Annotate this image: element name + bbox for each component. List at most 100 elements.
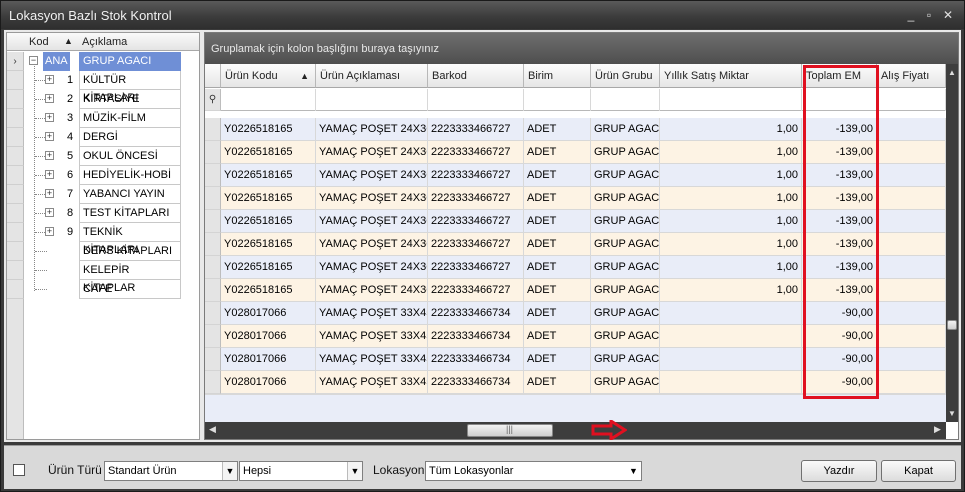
cell-buy[interactable] bbox=[877, 118, 946, 141]
cell-group[interactable]: GRUP AGACI bbox=[591, 279, 660, 302]
print-button[interactable]: Yazdır bbox=[801, 460, 877, 482]
cell-group[interactable]: GRUP AGACI bbox=[591, 256, 660, 279]
cell-group[interactable]: GRUP AGACI bbox=[591, 233, 660, 256]
row-indicator[interactable] bbox=[205, 302, 221, 325]
cell-code[interactable]: Y0226518165 bbox=[221, 141, 316, 164]
cell-yearly[interactable]: 1,00 bbox=[660, 118, 802, 141]
minimize-icon[interactable]: _ bbox=[904, 8, 918, 22]
cell-buy[interactable] bbox=[877, 233, 946, 256]
cell-code[interactable]: Y0226518165 bbox=[221, 256, 316, 279]
cell-unit[interactable]: ADET bbox=[524, 371, 591, 394]
tree-item[interactable]: +9 TEKNİK KİTAPLARI bbox=[7, 223, 199, 256]
column-header-desc[interactable]: Ürün Açıklaması bbox=[316, 64, 428, 88]
cell-desc[interactable]: YAMAÇ POŞET 24X36 bbox=[316, 233, 428, 256]
cell-desc[interactable]: YAMAÇ POŞET 33X45 bbox=[316, 371, 428, 394]
horizontal-scrollbar[interactable]: ◀ ||| ▶ bbox=[205, 420, 946, 440]
row-indicator[interactable] bbox=[205, 325, 221, 348]
cell-yearly[interactable] bbox=[660, 371, 802, 394]
cell-unit[interactable]: ADET bbox=[524, 164, 591, 187]
cell-barcode[interactable]: 2223333466727 bbox=[428, 164, 524, 187]
cell-buy[interactable] bbox=[877, 210, 946, 233]
cell-barcode[interactable]: 2223333466727 bbox=[428, 256, 524, 279]
cell-desc[interactable]: YAMAÇ POŞET 24X36 bbox=[316, 256, 428, 279]
cell-buy[interactable] bbox=[877, 279, 946, 302]
cell-desc[interactable]: YAMAÇ POŞET 24X36 bbox=[316, 279, 428, 302]
tree-item[interactable]: DERS KİTAPLARI bbox=[7, 242, 199, 261]
cell-yearly[interactable] bbox=[660, 348, 802, 371]
cell-buy[interactable] bbox=[877, 302, 946, 325]
chevron-down-icon[interactable]: ▼ bbox=[626, 462, 641, 480]
filter-cell-buy[interactable] bbox=[877, 89, 946, 111]
cell-desc[interactable]: YAMAÇ POŞET 24X36 bbox=[316, 210, 428, 233]
tree-item[interactable]: +8 TEST KİTAPLARI bbox=[7, 204, 199, 223]
chevron-down-icon[interactable]: ▼ bbox=[347, 462, 362, 480]
group-tree[interactable]: Kod ▲ Açıklama › − ANA GRUP AGACI +1 KÜLTÜR K… bbox=[6, 32, 200, 440]
cell-barcode[interactable]: 2223333466734 bbox=[428, 371, 524, 394]
row-indicator[interactable] bbox=[205, 348, 221, 371]
cell-barcode[interactable]: 2223333466734 bbox=[428, 348, 524, 371]
cell-group[interactable]: GRUP AGACI bbox=[591, 371, 660, 394]
tree-item[interactable]: +1 KÜLTÜR KİTAPLARI bbox=[7, 71, 199, 104]
row-indicator[interactable] bbox=[205, 164, 221, 187]
column-header-buy[interactable]: Alış Fiyatı bbox=[877, 64, 946, 88]
cell-desc[interactable]: YAMAÇ POŞET 24X36 bbox=[316, 118, 428, 141]
cell-yearly[interactable]: 1,00 bbox=[660, 141, 802, 164]
row-indicator[interactable] bbox=[205, 187, 221, 210]
cell-group[interactable]: GRUP AGACI bbox=[591, 164, 660, 187]
cell-barcode[interactable]: 2223333466727 bbox=[428, 141, 524, 164]
cell-desc[interactable]: YAMAÇ POŞET 24X36 bbox=[316, 187, 428, 210]
cell-code[interactable]: Y0226518165 bbox=[221, 187, 316, 210]
row-indicator[interactable] bbox=[205, 371, 221, 394]
cell-code[interactable]: Y028017066 bbox=[221, 302, 316, 325]
cell-barcode[interactable]: 2223333466727 bbox=[428, 279, 524, 302]
cell-desc[interactable]: YAMAÇ POŞET 33X45 bbox=[316, 325, 428, 348]
filter-cell-unit[interactable] bbox=[524, 89, 591, 111]
cell-desc[interactable]: YAMAÇ POŞET 24X36 bbox=[316, 141, 428, 164]
cell-unit[interactable]: ADET bbox=[524, 118, 591, 141]
tree-item[interactable]: CAFE bbox=[7, 280, 199, 299]
cell-unit[interactable]: ADET bbox=[524, 302, 591, 325]
row-indicator[interactable] bbox=[205, 279, 221, 302]
cell-unit[interactable]: ADET bbox=[524, 210, 591, 233]
cell-buy[interactable] bbox=[877, 325, 946, 348]
filter-cell-code[interactable] bbox=[221, 89, 316, 111]
select-checkbox[interactable] bbox=[13, 464, 25, 476]
cell-barcode[interactable]: 2223333466727 bbox=[428, 118, 524, 141]
vertical-scroll-thumb[interactable] bbox=[947, 320, 957, 330]
column-header-code[interactable]: Ürün Kodu ▲ bbox=[221, 64, 316, 88]
cell-unit[interactable]: ADET bbox=[524, 256, 591, 279]
expand-icon[interactable]: + bbox=[45, 75, 54, 84]
column-header-group[interactable]: Ürün Grubu bbox=[591, 64, 660, 88]
expand-icon[interactable]: + bbox=[45, 189, 54, 198]
cell-yearly[interactable]: 1,00 bbox=[660, 164, 802, 187]
maximize-icon[interactable]: ▫ bbox=[922, 8, 936, 22]
filter-cell-barcode[interactable] bbox=[428, 89, 524, 111]
tree-item[interactable]: +5 OKUL ÖNCESİ bbox=[7, 147, 199, 166]
cell-buy[interactable] bbox=[877, 371, 946, 394]
scroll-right-icon[interactable]: ▶ bbox=[934, 424, 941, 435]
scroll-left-icon[interactable]: ◀ bbox=[209, 424, 216, 435]
cell-desc[interactable]: YAMAÇ POŞET 33X45 bbox=[316, 302, 428, 325]
expand-icon[interactable]: + bbox=[45, 151, 54, 160]
filter-select[interactable]: Hepsi ▼ bbox=[239, 461, 363, 481]
cell-yearly[interactable]: 1,00 bbox=[660, 233, 802, 256]
filter-cell-group[interactable] bbox=[591, 89, 660, 111]
tree-header-desc[interactable]: Açıklama bbox=[82, 36, 127, 48]
row-indicator[interactable] bbox=[205, 118, 221, 141]
cell-group[interactable]: GRUP AGACI bbox=[591, 187, 660, 210]
cell-unit[interactable]: ADET bbox=[524, 141, 591, 164]
column-header-unit[interactable]: Birim bbox=[524, 64, 591, 88]
cell-group[interactable]: GRUP AGACI bbox=[591, 210, 660, 233]
cell-yearly[interactable]: 1,00 bbox=[660, 187, 802, 210]
row-indicator[interactable] bbox=[205, 233, 221, 256]
tree-item[interactable]: +3 MÜZİK-FİLM bbox=[7, 109, 199, 128]
tree-item[interactable]: KELEPİR KİTAPLAR bbox=[7, 261, 199, 294]
expand-icon[interactable]: + bbox=[45, 227, 54, 236]
expand-icon[interactable]: + bbox=[45, 208, 54, 217]
cell-code[interactable]: Y0226518165 bbox=[221, 164, 316, 187]
cell-buy[interactable] bbox=[877, 141, 946, 164]
chevron-down-icon[interactable]: ▼ bbox=[222, 462, 237, 480]
cell-group[interactable]: GRUP AGACI bbox=[591, 141, 660, 164]
expand-icon[interactable]: + bbox=[45, 170, 54, 179]
cell-yearly[interactable] bbox=[660, 302, 802, 325]
